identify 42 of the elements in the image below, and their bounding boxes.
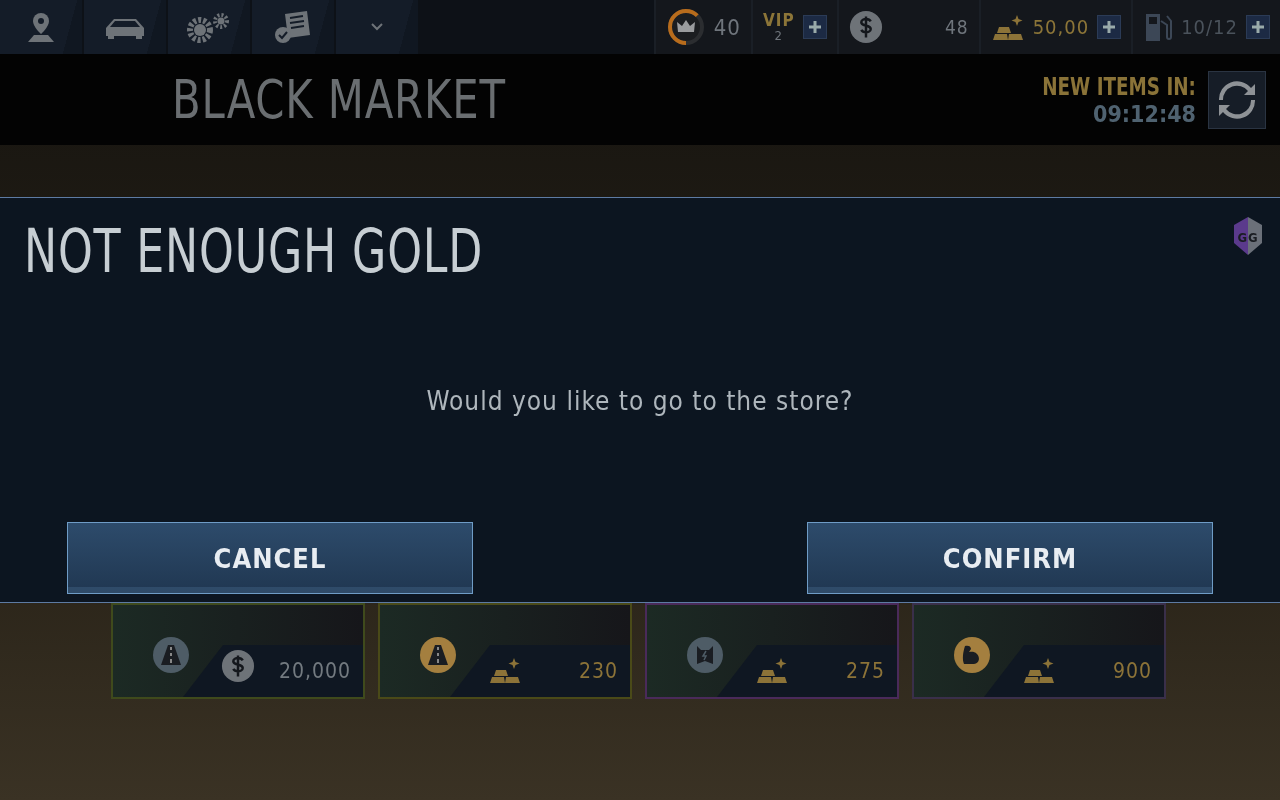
item-card[interactable]: 20,000: [111, 603, 365, 699]
item-price: 900: [1112, 659, 1152, 683]
item-price: 230: [578, 659, 618, 683]
timer-label: NEW ITEMS IN:: [1042, 72, 1196, 101]
nav-tab[interactable]: [0, 0, 82, 54]
refresh-button[interactable]: [1208, 70, 1266, 129]
item-card[interactable]: 900: [912, 603, 1166, 699]
dialog-button[interactable]: CANCEL: [67, 522, 473, 594]
item-card[interactable]: 275: [645, 603, 899, 699]
dialog-button[interactable]: CONFIRM: [807, 522, 1213, 594]
cash-value: 48: [944, 16, 969, 38]
plus-icon: [1251, 20, 1265, 34]
road-icon: [427, 644, 449, 666]
nav-tab[interactable]: [168, 0, 250, 54]
fuel-value: 10/12: [1181, 15, 1238, 39]
checklist-icon: [273, 10, 313, 44]
chevron-down-icon: [370, 22, 384, 32]
add-button[interactable]: [1246, 15, 1270, 39]
vip-label: VIP: [762, 12, 795, 29]
nav-tab[interactable]: [84, 0, 166, 54]
bullion-amount: 50,00: [1032, 15, 1090, 39]
dialog-title: NOT ENOUGH GOLD: [24, 216, 484, 286]
vip-level-label: 2: [774, 29, 783, 42]
plus-icon: [1102, 20, 1117, 34]
item-card[interactable]: 230: [378, 603, 632, 699]
dollar-coin-icon: [848, 10, 883, 44]
dialog-message: Would you like to go to the store?: [425, 386, 855, 416]
road-icon: [160, 644, 182, 666]
dollar-coin-icon: [221, 649, 255, 683]
add-button[interactable]: [1097, 15, 1122, 39]
timer-value: 09:12:48: [1093, 100, 1196, 127]
bullion-bars-icon: [990, 13, 1025, 41]
plus-icon: [807, 20, 822, 34]
nav-tab[interactable]: [252, 0, 334, 54]
page-title: BLACK MARKET: [172, 68, 507, 131]
mask-icon: [694, 644, 716, 666]
item-price: 20,000: [278, 659, 351, 683]
rank-value: 40: [713, 14, 741, 40]
crown-progress-ring: [665, 7, 706, 47]
fuel-pump-icon: [1143, 11, 1174, 43]
add-button[interactable]: [802, 15, 827, 39]
item-price: 275: [845, 659, 885, 683]
